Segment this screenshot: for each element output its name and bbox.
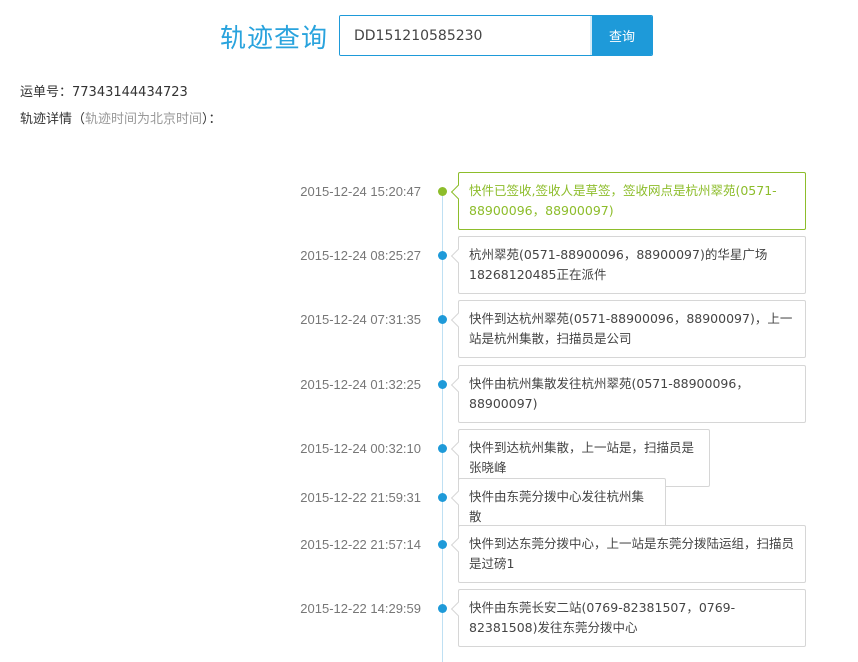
- header: 轨迹查询 查询: [0, 0, 858, 70]
- event-time: 2015-12-24 07:31:35: [300, 312, 421, 327]
- event-description: 快件由东莞长安二站(0769-82381507，0769-82381508)发往…: [458, 589, 806, 647]
- status-dot-icon: [438, 251, 447, 260]
- status-dot-icon: [438, 315, 447, 324]
- detail-suffix: ）：: [202, 112, 222, 127]
- search-box: 查询: [339, 15, 653, 56]
- status-dot-icon: [438, 604, 447, 613]
- event-time: 2015-12-24 15:20:47: [300, 184, 421, 199]
- detail-note: 轨迹时间为北京时间: [85, 112, 203, 127]
- detail-label: 轨迹详情（: [20, 112, 86, 127]
- tracking-number-input[interactable]: [340, 16, 592, 55]
- event-time: 2015-12-22 21:57:14: [300, 537, 421, 552]
- waybill-label: 运单号：: [20, 85, 73, 100]
- waybill-info: 运单号：77343144434723: [20, 81, 188, 100]
- status-dot-icon: [438, 493, 447, 502]
- status-dot-icon: [438, 444, 447, 453]
- event-time: 2015-12-24 01:32:25: [300, 377, 421, 392]
- page-title: 轨迹查询: [220, 24, 329, 54]
- detail-heading: 轨迹详情（轨迹时间为北京时间）：: [20, 108, 222, 127]
- search-button[interactable]: 查询: [592, 16, 652, 55]
- event-description: 快件到达东莞分拨中心，上一站是东莞分拨陆运组，扫描员是过磅1: [458, 525, 806, 583]
- event-description: 快件到达杭州翠苑(0571-88900096，88900097)，上一站是杭州集…: [458, 300, 806, 358]
- tracking-timeline: 2015-12-24 15:20:47 快件已签收,签收人是草签，签收网点是杭州翠…: [0, 172, 858, 662]
- event-time: 2015-12-24 00:32:10: [300, 441, 421, 456]
- timeline-line: [442, 192, 443, 662]
- event-description: 快件由杭州集散发往杭州翠苑(0571-88900096，88900097): [458, 365, 806, 423]
- status-dot-icon: [438, 540, 447, 549]
- current-status-dot-icon: [438, 187, 447, 196]
- event-description: 快件已签收,签收人是草签，签收网点是杭州翠苑(0571-88900096，889…: [458, 172, 806, 230]
- event-description: 杭州翠苑(0571-88900096，88900097)的华星广场1826812…: [458, 236, 806, 294]
- event-time: 2015-12-22 21:59:31: [300, 490, 421, 505]
- event-time: 2015-12-24 08:25:27: [300, 248, 421, 263]
- waybill-number: 77343144434723: [72, 85, 188, 100]
- event-time: 2015-12-22 14:29:59: [300, 601, 421, 616]
- status-dot-icon: [438, 380, 447, 389]
